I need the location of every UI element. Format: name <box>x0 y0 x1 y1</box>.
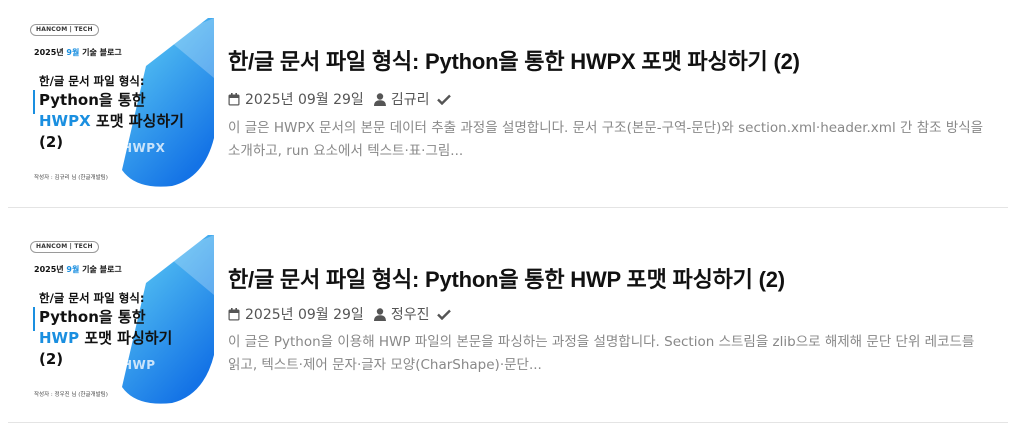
post-item: HANCOM | TECH 2025년 9월 기술 블로그 한/글 문서 파일 … <box>0 215 1024 429</box>
blog-post-list: HANCOM | TECH 2025년 9월 기술 블로그 한/글 문서 파일 … <box>0 0 1024 430</box>
post-excerpt: 이 글은 HWPX 문서의 본문 데이터 추출 과정을 설명합니다. 문서 구조… <box>228 120 984 159</box>
user-icon <box>373 307 386 321</box>
thumbnail-author-note: 작성자 : 김규리 님 (한글개발팀) <box>34 175 108 181</box>
post-title-link[interactable]: 한/글 문서 파일 형식: Python을 통한 HWPX 포맷 파싱하기 (2… <box>228 44 800 76</box>
brand-badge: HANCOM | TECH <box>30 241 99 253</box>
check-icon <box>437 94 452 105</box>
post-item: HANCOM | TECH 2025년 9월 기술 블로그 한/글 문서 파일 … <box>0 0 1024 214</box>
post-divider <box>8 422 1008 423</box>
post-thumbnail[interactable]: HANCOM | TECH 2025년 9월 기술 블로그 한/글 문서 파일 … <box>26 18 214 188</box>
brand-badge: HANCOM | TECH <box>30 24 99 36</box>
accent-bar <box>33 307 35 331</box>
thumbnail-title-line-2: HWPX 포맷 파싱하기 <box>39 112 184 130</box>
thumbnail-heading: 한/글 문서 파일 형식: <box>39 291 145 305</box>
calendar-icon <box>228 307 240 321</box>
post-thumbnail[interactable]: HANCOM | TECH 2025년 9월 기술 블로그 한/글 문서 파일 … <box>26 235 214 405</box>
thumbnail-title-line-1: Python을 통한 <box>39 308 146 326</box>
format-label: HWP <box>122 358 156 372</box>
thumbnail-heading: 한/글 문서 파일 형식: <box>39 74 145 88</box>
post-date: 2025년 09월 29일 <box>245 307 364 323</box>
post-meta: 2025년 09월 29일 김규리 <box>228 90 456 108</box>
thumbnail-author-note: 작성자 : 정우진 님 (한글개발팀) <box>34 392 108 398</box>
thumbnail-title-line-2: HWP 포맷 파싱하기 <box>39 329 173 347</box>
series-label: 2025년 9월 기술 블로그 <box>34 48 122 57</box>
thumbnail-title-line-1: Python을 통한 <box>39 91 146 109</box>
thumbnail-title-line-3: (2) <box>39 133 64 151</box>
post-author[interactable]: 정우진 <box>391 304 430 324</box>
user-icon <box>373 92 386 106</box>
thumbnail-title-line-3: (2) <box>39 350 64 368</box>
format-label: HWPX <box>122 141 166 155</box>
post-date: 2025년 09월 29일 <box>245 92 364 108</box>
post-divider <box>8 207 1008 208</box>
post-author[interactable]: 김규리 <box>391 89 430 109</box>
check-icon <box>437 309 452 320</box>
accent-bar <box>33 90 35 114</box>
series-label: 2025년 9월 기술 블로그 <box>34 265 122 274</box>
post-meta: 2025년 09월 29일 정우진 <box>228 305 456 323</box>
calendar-icon <box>228 92 240 106</box>
post-title-link[interactable]: 한/글 문서 파일 형식: Python을 통한 HWP 포맷 파싱하기 (2) <box>228 262 785 294</box>
post-excerpt: 이 글은 Python을 이용해 HWP 파일의 본문을 파싱하는 과정을 설명… <box>228 334 975 373</box>
